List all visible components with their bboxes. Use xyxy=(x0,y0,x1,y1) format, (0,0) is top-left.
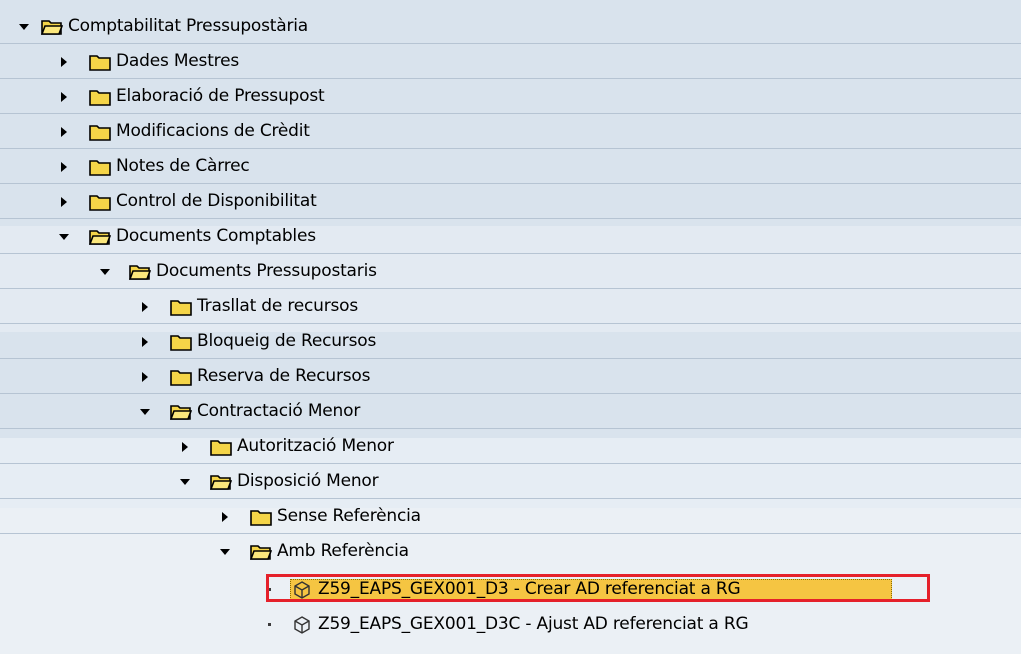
collapse-arrow-icon[interactable] xyxy=(178,429,192,464)
collapse-arrow-icon[interactable] xyxy=(138,289,152,324)
folder-open-icon xyxy=(41,9,63,44)
collapse-arrow-icon[interactable] xyxy=(57,184,71,219)
tree-node-trasllat-recursos[interactable]: Trasllat de recursos xyxy=(0,289,1021,324)
folder-icon xyxy=(89,114,111,149)
folder-icon xyxy=(89,79,111,114)
folder-icon xyxy=(170,289,192,324)
transaction-cube-icon xyxy=(292,607,312,642)
tree-node-comptabilitat-pressupostaria[interactable]: Comptabilitat Pressupostària xyxy=(0,9,1021,44)
tree-node-label: Z59_EAPS_GEX001_D3C - Ajust AD referenci… xyxy=(318,614,749,634)
folder-open-icon xyxy=(89,219,111,254)
tree-node-documents-comptables[interactable]: Documents Comptables xyxy=(0,219,1021,254)
tree-node-label: Bloqueig de Recursos xyxy=(197,331,377,351)
folder-open-icon xyxy=(129,254,151,289)
collapse-arrow-icon[interactable] xyxy=(57,79,71,114)
tree-node-dades-mestres[interactable]: Dades Mestres xyxy=(0,44,1021,79)
collapse-arrow-icon[interactable] xyxy=(218,499,232,534)
tree-node-label: Notes de Càrrec xyxy=(116,156,250,176)
tree-node-sense-referencia[interactable]: Sense Referència xyxy=(0,499,1021,534)
tree-node-label: Comptabilitat Pressupostària xyxy=(68,16,308,36)
tree-node-label: Amb Referència xyxy=(277,541,409,561)
tree-node-contractacio-menor[interactable]: Contractació Menor xyxy=(0,394,1021,429)
collapse-arrow-icon[interactable] xyxy=(138,359,152,394)
tree-node-label: Contractació Menor xyxy=(197,401,361,421)
tree-node-modificacions-credit[interactable]: Modificacions de Crèdit xyxy=(0,114,1021,149)
tree-node-autoritzacio-menor[interactable]: Autorització Menor xyxy=(0,429,1021,464)
tree-node-label: Modificacions de Crèdit xyxy=(116,121,310,141)
folder-open-icon xyxy=(210,464,232,499)
tree-node-documents-pressupostaris[interactable]: Documents Pressupostaris xyxy=(0,254,1021,289)
tree-node-label: Dades Mestres xyxy=(116,51,239,71)
folder-icon xyxy=(89,184,111,219)
tree-node-label: Documents Pressupostaris xyxy=(156,261,377,281)
menu-tree: Comptabilitat Pressupostària Dades Mestr… xyxy=(0,0,1021,654)
tree-node-label: Disposició Menor xyxy=(237,471,379,491)
tree-node-label: Z59_EAPS_GEX001_D3 - Crear AD referencia… xyxy=(318,579,741,599)
expand-arrow-icon[interactable] xyxy=(98,254,112,289)
folder-icon xyxy=(89,149,111,184)
transaction-cube-icon xyxy=(292,572,312,607)
tree-node-amb-referencia[interactable]: Amb Referència xyxy=(0,534,1021,569)
collapse-arrow-icon[interactable] xyxy=(57,114,71,149)
expand-arrow-icon[interactable] xyxy=(218,534,232,569)
folder-open-icon xyxy=(250,534,272,569)
collapse-arrow-icon[interactable] xyxy=(57,149,71,184)
tree-node-label: Control de Disponibilitat xyxy=(116,191,317,211)
tree-node-label: Elaboració de Pressupost xyxy=(116,86,325,106)
expand-arrow-icon[interactable] xyxy=(17,9,31,44)
expand-arrow-icon[interactable] xyxy=(138,394,152,429)
expand-arrow-icon[interactable] xyxy=(178,464,192,499)
tree-node-disposicio-menor[interactable]: Disposició Menor xyxy=(0,464,1021,499)
tree-node-notes-carrec[interactable]: Notes de Càrrec xyxy=(0,149,1021,184)
leaf-bullet-icon xyxy=(262,572,276,607)
folder-open-icon xyxy=(170,394,192,429)
folder-icon xyxy=(170,324,192,359)
tree-node-label: Trasllat de recursos xyxy=(197,296,359,316)
collapse-arrow-icon[interactable] xyxy=(138,324,152,359)
collapse-arrow-icon[interactable] xyxy=(57,44,71,79)
tree-node-transaction-ajust-ad[interactable]: Z59_EAPS_GEX001_D3C - Ajust AD referenci… xyxy=(0,607,1021,642)
tree-node-reserva-recursos[interactable]: Reserva de Recursos xyxy=(0,359,1021,394)
tree-node-bloqueig-recursos[interactable]: Bloqueig de Recursos xyxy=(0,324,1021,359)
leaf-bullet-icon xyxy=(262,607,276,642)
expand-arrow-icon[interactable] xyxy=(57,219,71,254)
tree-node-transaction-crear-ad[interactable]: Z59_EAPS_GEX001_D3 - Crear AD referencia… xyxy=(0,572,1021,607)
folder-icon xyxy=(210,429,232,464)
tree-node-elaboracio-pressupost[interactable]: Elaboració de Pressupost xyxy=(0,79,1021,114)
folder-icon xyxy=(250,499,272,534)
folder-icon xyxy=(89,44,111,79)
tree-node-label: Sense Referència xyxy=(277,506,421,526)
tree-node-label: Reserva de Recursos xyxy=(197,366,371,386)
folder-icon xyxy=(170,359,192,394)
tree-node-label: Documents Comptables xyxy=(116,226,316,246)
tree-node-control-disponibilitat[interactable]: Control de Disponibilitat xyxy=(0,184,1021,219)
tree-node-label: Autorització Menor xyxy=(237,436,394,456)
